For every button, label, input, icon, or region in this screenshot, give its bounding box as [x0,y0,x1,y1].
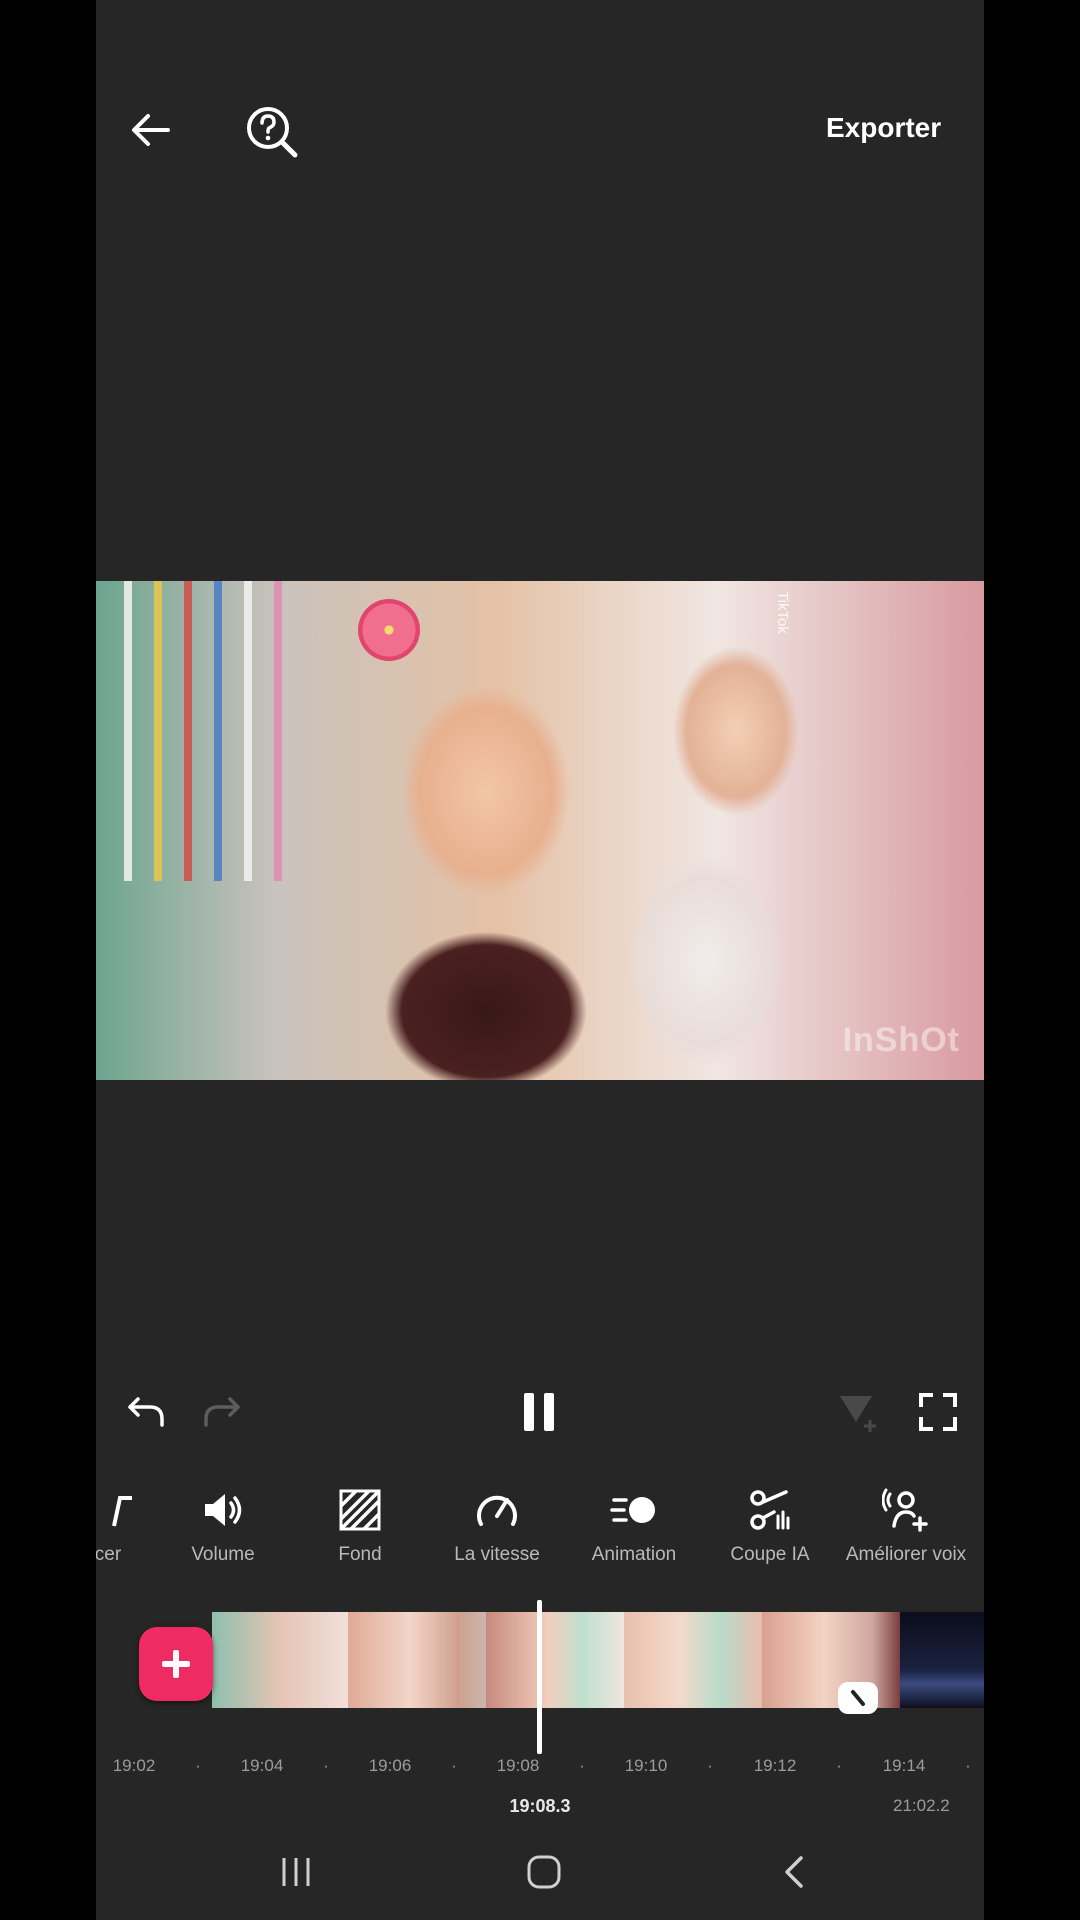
tool-voice-enhance[interactable]: Améliorer voix [841,1486,971,1566]
clip-thumbnail[interactable] [900,1612,984,1708]
right-letterbox [984,0,1080,1920]
voice-enhance-icon [882,1488,928,1532]
back-arrow-icon[interactable] [126,105,176,155]
tool-label: Améliorer voix [845,1544,967,1565]
playhead[interactable] [537,1600,542,1754]
partial-tool-icon [112,1496,132,1527]
tool-animation[interactable]: Animation [569,1486,699,1566]
inshot-watermark[interactable]: InShOt [843,1021,960,1060]
ruler-dot: · [707,1756,713,1775]
tool-label: Animation [591,1544,677,1565]
fence-rail [274,581,282,881]
ruler-dot: · [451,1756,457,1775]
keyframe-add-icon[interactable] [836,1390,880,1434]
ruler-label: 19:02 [112,1756,156,1775]
animation-icon [610,1497,655,1523]
tool-strip: cer Volume Fond La vitesse Animation Cou… [96,1486,984,1586]
ruler-label: 19:06 [368,1756,412,1775]
tool-volume[interactable]: Volume [158,1486,288,1566]
fence-rail [244,581,252,881]
ruler-label: 19:04 [240,1756,284,1775]
fullscreen-icon[interactable] [918,1392,958,1432]
tool-ai-cut[interactable]: Coupe IA [705,1486,835,1566]
tool-label: Coupe IA [730,1544,810,1565]
ruler-dot: · [323,1756,329,1775]
tool-background[interactable]: Fond [295,1486,425,1566]
video-preview[interactable]: TikTok InShOt [96,581,984,1080]
clip-thumbnail[interactable] [762,1612,900,1708]
tool-label: La vitesse [454,1544,540,1565]
home-icon[interactable] [526,1854,562,1890]
pause-icon-bar [524,1393,534,1431]
fence-rail [184,581,192,881]
transition-icon[interactable] [838,1682,878,1714]
time-ruler: 19:02 · 19:04 · 19:06 · 19:08 · 19:10 · … [96,1756,984,1786]
ruler-label: 19:10 [624,1756,668,1775]
speed-gauge-icon [477,1495,517,1526]
redo-icon[interactable] [200,1389,244,1433]
ruler-label: 19:12 [753,1756,797,1775]
tool-label: Volume [191,1544,255,1565]
tool-speed[interactable]: La vitesse [432,1486,562,1566]
ruler-dot: · [195,1756,201,1775]
current-time: 19:08.3 [509,1796,571,1816]
ruler-dot: · [579,1756,585,1775]
undo-icon[interactable] [124,1389,168,1433]
export-button[interactable]: Exporter [826,112,941,144]
fence-rail [214,581,222,881]
ruler-dot: · [965,1756,971,1775]
pause-button[interactable] [522,1393,556,1431]
left-letterbox [0,0,96,1920]
clip-thumbnail[interactable] [624,1612,762,1708]
inshot-editor: Exporter TikTok InShOt cer Volume Fond L… [96,0,984,1920]
tiktok-watermark: TikTok [774,591,791,634]
ruler-label: 19:14 [882,1756,926,1775]
help-search-icon[interactable] [244,104,300,160]
total-duration: 21:02.2 [893,1796,950,1815]
fence-rail [124,581,132,881]
clip-thumbnail[interactable] [486,1612,624,1708]
ruler-dot: · [836,1756,842,1775]
clip-thumbnail[interactable] [348,1612,486,1708]
ai-cut-icon [750,1490,790,1530]
add-clip-button[interactable] [139,1627,213,1701]
recent-apps-icon[interactable] [278,1854,314,1890]
nav-back-icon[interactable] [779,1854,809,1890]
ruler-label: 19:08 [496,1756,540,1775]
background-stripes-icon [339,1489,381,1531]
volume-icon [205,1494,242,1526]
pause-icon-bar [544,1393,554,1431]
flower-sticker [358,599,420,661]
tool-label: Fond [338,1544,382,1565]
fence-rail [154,581,162,881]
clip-thumbnail[interactable] [212,1612,348,1708]
